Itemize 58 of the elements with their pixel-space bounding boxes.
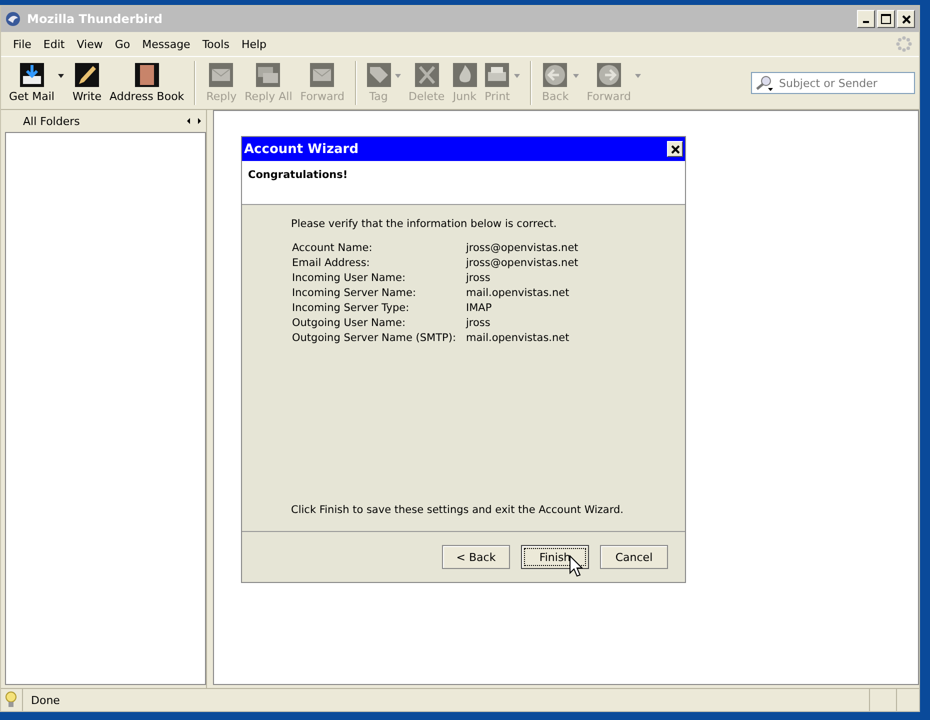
- dropdown-arrow-icon[interactable]: [58, 74, 64, 78]
- close-button[interactable]: [897, 10, 915, 28]
- field-label: Outgoing User Name:: [292, 317, 406, 329]
- tag-icon: [366, 63, 391, 87]
- search-icon: [755, 75, 775, 91]
- field-value: mail.openvistas.net: [466, 332, 570, 344]
- field-value: jross@openvistas.net: [466, 242, 578, 254]
- menu-item[interactable]: Tools: [196, 38, 236, 50]
- toolbar-button[interactable]: Address Book: [106, 61, 188, 105]
- field-value: jross@openvistas.net: [466, 257, 578, 269]
- field-label: Incoming Server Name:: [292, 287, 418, 299]
- intro-text: Please verify that the information below is correct.: [291, 218, 558, 230]
- field-value: mail.openvistas.net: [466, 287, 570, 299]
- dialog-button[interactable]: < Back: [442, 545, 510, 569]
- arrows-icon[interactable]: [187, 118, 201, 124]
- status-text: Done: [22, 689, 865, 711]
- cursor-icon: [569, 555, 583, 577]
- menu-item[interactable]: File: [7, 38, 38, 50]
- field-label: Incoming User Name:: [292, 272, 407, 284]
- field-label: Outgoing Server Name (SMTP):: [292, 332, 456, 344]
- close-button[interactable]: [667, 141, 683, 157]
- dialog-button[interactable]: Finish: [521, 545, 589, 569]
- menu-item[interactable]: Help: [235, 38, 273, 50]
- maximize-button[interactable]: [877, 10, 895, 28]
- envelopes-icon: [256, 63, 280, 87]
- pencil-icon: [74, 63, 99, 87]
- folder-pane-header: All Folders: [23, 114, 80, 128]
- maximize-icon: [881, 14, 891, 24]
- activity-indicator-icon: [895, 35, 913, 53]
- dialog-title: Account Wizard: [244, 142, 359, 156]
- field-value: jross: [466, 317, 492, 329]
- minimize-button[interactable]: [857, 10, 875, 28]
- toolbar-button[interactable]: Write: [68, 61, 106, 105]
- dialog-heading: Congratulations!: [248, 169, 348, 181]
- lightbulb-icon: [4, 691, 18, 709]
- close-icon: [902, 14, 910, 24]
- envelope-icon: [310, 63, 334, 87]
- toolbar-button[interactable]: Get Mail: [5, 61, 58, 105]
- footer-text: Click Finish to save these settings and exit the Account Wizard.: [291, 504, 624, 516]
- field-label: Email Address:: [292, 257, 371, 269]
- dialog-button[interactable]: Cancel: [600, 545, 668, 569]
- search-field[interactable]: Subject or Sender: [751, 72, 915, 94]
- menu-item[interactable]: View: [70, 38, 109, 50]
- printer-icon: [485, 63, 510, 87]
- field-value: IMAP: [466, 302, 493, 314]
- book-icon: [134, 63, 159, 87]
- menu-item[interactable]: Message: [136, 38, 196, 50]
- field-value: jross: [466, 272, 492, 284]
- window-title: Mozilla Thunderbird: [27, 12, 162, 26]
- close-icon: [670, 144, 680, 154]
- field-label: Account Name:: [292, 242, 374, 254]
- field-label: Incoming Server Type:: [292, 302, 410, 314]
- menu-item[interactable]: Go: [108, 38, 136, 50]
- inbox-icon: [20, 63, 44, 87]
- envelope-icon: [209, 63, 234, 87]
- bird-icon: [5, 11, 21, 27]
- cross-icon: [414, 63, 439, 87]
- menu-item[interactable]: Edit: [37, 38, 71, 50]
